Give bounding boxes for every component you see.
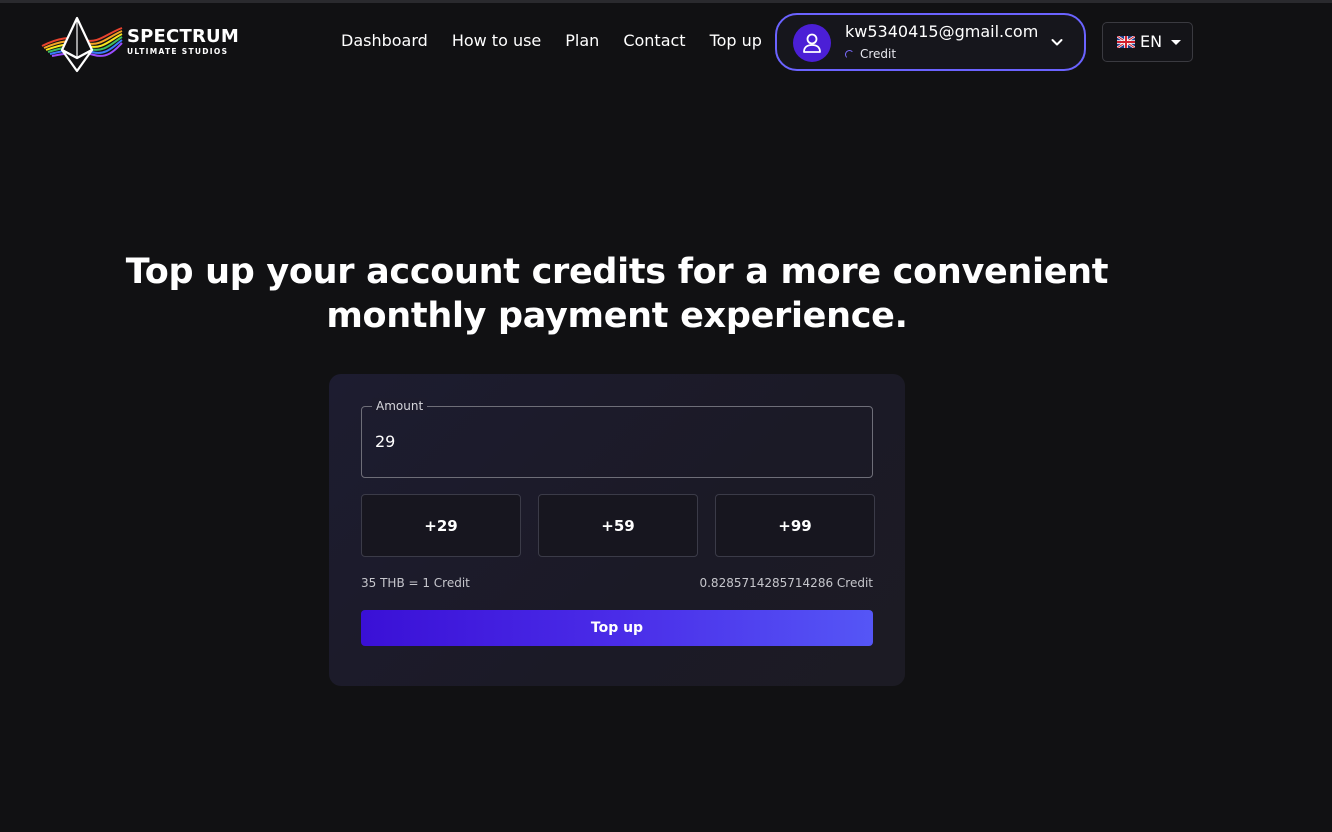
- preset-button-99[interactable]: +99: [715, 494, 875, 557]
- nav-top-up[interactable]: Top up: [710, 29, 762, 53]
- language-selector[interactable]: EN: [1102, 22, 1193, 62]
- preset-amounts: +29 +59 +99: [361, 494, 875, 557]
- avatar: [793, 24, 831, 62]
- brand-title: SPECTRUM: [127, 26, 239, 47]
- amount-label: Amount: [372, 398, 428, 414]
- account-email: kw5340415@gmail.com: [845, 22, 1039, 41]
- account-menu-button[interactable]: kw5340415@gmail.com Credit: [775, 13, 1086, 71]
- nav-contact[interactable]: Contact: [623, 29, 685, 53]
- caret-down-icon: [1171, 39, 1182, 45]
- user-icon: [803, 33, 821, 53]
- account-credit: Credit: [845, 46, 896, 62]
- preset-button-29[interactable]: +29: [361, 494, 521, 557]
- nav-how-to-use[interactable]: How to use: [452, 29, 541, 53]
- spectrum-logo-icon: [40, 16, 126, 74]
- credit-result: 0.8285714285714286 Credit: [699, 576, 873, 590]
- brand-subtitle: ULTIMATE STUDIOS: [127, 47, 229, 56]
- preset-button-59[interactable]: +59: [538, 494, 698, 557]
- language-code: EN: [1140, 32, 1163, 51]
- amount-field[interactable]: Amount: [361, 398, 873, 478]
- amount-input[interactable]: [375, 429, 855, 453]
- page-headline: Top up your account credits for a more c…: [125, 252, 1109, 336]
- main-nav: Dashboard How to use Plan Contact Top up: [341, 29, 762, 53]
- uk-flag-icon: [1117, 36, 1135, 48]
- brand-logo[interactable]: SPECTRUM ULTIMATE STUDIOS: [40, 16, 240, 74]
- nav-plan[interactable]: Plan: [565, 29, 599, 53]
- brand-text: SPECTRUM ULTIMATE STUDIOS: [127, 27, 239, 57]
- loading-spinner-icon: [845, 49, 854, 59]
- top-up-button[interactable]: Top up: [361, 610, 873, 646]
- site-header: SPECTRUM ULTIMATE STUDIOS Dashboard How …: [0, 0, 1332, 84]
- topup-card: Amount +29 +59 +99 35 THB = 1 Credit 0.8…: [329, 374, 905, 686]
- account-credit-label: Credit: [860, 47, 897, 61]
- chevron-down-icon: [1051, 39, 1063, 46]
- exchange-rate: 35 THB = 1 Credit: [361, 576, 470, 590]
- nav-dashboard[interactable]: Dashboard: [341, 29, 428, 53]
